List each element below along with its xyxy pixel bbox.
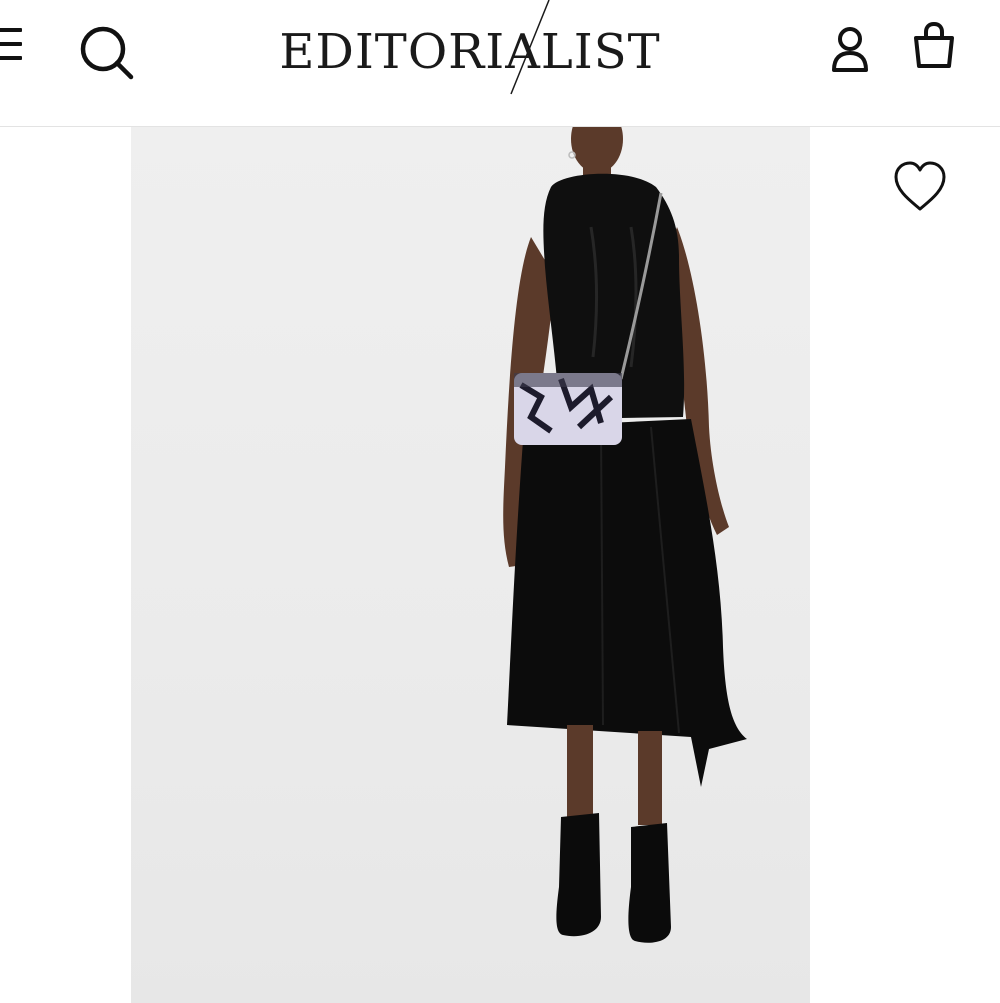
wishlist-button[interactable] — [888, 157, 952, 217]
product-gallery — [0, 127, 1000, 1003]
site-logo[interactable]: EDITORIALIST — [240, 0, 700, 100]
shopping-bag-icon — [914, 21, 954, 68]
model-image — [503, 127, 747, 943]
menu-button[interactable] — [0, 28, 24, 72]
search-button[interactable] — [78, 22, 136, 80]
user-icon — [832, 27, 868, 72]
hamburger-menu-icon-line — [0, 56, 22, 60]
logo-text: EDITORIALIST — [279, 24, 661, 80]
search-icon — [80, 26, 134, 80]
heart-outline-icon — [894, 161, 946, 211]
site-header: EDITORIALIST — [0, 0, 1000, 127]
account-button[interactable] — [824, 22, 876, 76]
shopping-bag-button[interactable] — [908, 18, 960, 72]
product-photo[interactable] — [131, 127, 810, 1003]
hamburger-menu-icon-line — [0, 42, 22, 46]
hamburger-menu-icon — [0, 28, 22, 32]
